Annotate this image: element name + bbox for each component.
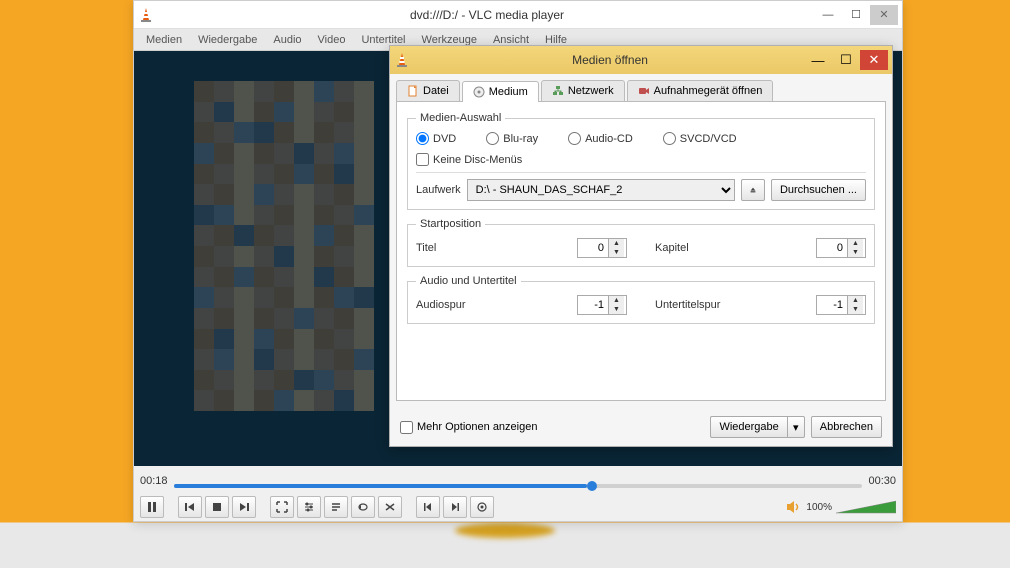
seek-bar[interactable] xyxy=(174,481,862,491)
more-options-checkbox[interactable]: Mehr Optionen anzeigen xyxy=(400,421,537,434)
tab-content: Medien-Auswahl DVD Blu-ray Audio-CD SVCD… xyxy=(396,101,886,401)
play-dropdown-button[interactable]: ▾ xyxy=(787,416,805,438)
tab-file[interactable]: Datei xyxy=(396,80,460,101)
tab-network[interactable]: Netzwerk xyxy=(541,80,625,101)
shuffle-button[interactable] xyxy=(378,496,402,518)
time-elapsed[interactable]: 00:18 xyxy=(140,475,168,487)
pause-button[interactable] xyxy=(140,496,164,518)
subtrack-spinner[interactable]: ▲▼ xyxy=(816,295,866,315)
start-position-legend: Startposition xyxy=(416,218,485,230)
dialog-footer: Mehr Optionen anzeigen Wiedergabe ▾ Abbr… xyxy=(400,416,882,438)
maximize-button[interactable]: ☐ xyxy=(842,5,870,25)
time-total[interactable]: 00:30 xyxy=(868,475,896,487)
dialog-close-button[interactable]: ✕ xyxy=(860,50,888,70)
eject-button[interactable] xyxy=(741,179,765,201)
drive-label: Laufwerk xyxy=(416,184,461,196)
subtrack-label: Untertitelspur xyxy=(655,299,735,311)
dialog-tabs: Datei Medium Netzwerk Aufnahmegerät öffn… xyxy=(396,80,886,101)
browse-button[interactable]: Durchsuchen ... xyxy=(771,179,866,201)
dvd-menu-button[interactable] xyxy=(470,496,494,518)
stop-button[interactable] xyxy=(205,496,229,518)
start-position-group: Startposition Titel ▲▼ Kapitel ▲▼ xyxy=(407,218,875,267)
chapter-spinner[interactable]: ▲▼ xyxy=(816,238,866,258)
menu-ansicht[interactable]: Ansicht xyxy=(485,34,537,46)
menu-wiedergabe[interactable]: Wiedergabe xyxy=(190,34,265,46)
loop-button[interactable] xyxy=(351,496,375,518)
close-button[interactable]: ✕ xyxy=(870,5,898,25)
speaker-icon[interactable] xyxy=(786,500,802,514)
radio-svcd[interactable]: SVCD/VCD xyxy=(663,132,737,145)
no-disc-menus-label: Keine Disc-Menüs xyxy=(433,154,522,166)
prev-button[interactable] xyxy=(178,496,202,518)
next-button[interactable] xyxy=(232,496,256,518)
vlc-cone-icon xyxy=(394,52,410,68)
audiotrack-label: Audiospur xyxy=(416,299,496,311)
radio-audiocd[interactable]: Audio-CD xyxy=(568,132,633,145)
dialog-maximize-button[interactable]: ☐ xyxy=(832,50,860,70)
extended-settings-button[interactable] xyxy=(297,496,321,518)
audiotrack-spinner[interactable]: ▲▼ xyxy=(577,295,627,315)
tab-disc[interactable]: Medium xyxy=(462,81,539,102)
drive-select[interactable]: D:\ - SHAUN_DAS_SCHAF_2 xyxy=(467,179,735,201)
video-content xyxy=(194,81,374,411)
title-spinner[interactable]: ▲▼ xyxy=(577,238,627,258)
network-icon xyxy=(552,85,564,97)
next-chapter-button[interactable] xyxy=(443,496,467,518)
radio-bluray[interactable]: Blu-ray xyxy=(486,132,538,145)
dialog-minimize-button[interactable]: — xyxy=(804,50,832,70)
menu-untertitel[interactable]: Untertitel xyxy=(353,34,413,46)
main-titlebar[interactable]: dvd:///D:/ - VLC media player — ☐ ✕ xyxy=(134,1,902,29)
volume-percent: 100% xyxy=(806,502,832,513)
playlist-button[interactable] xyxy=(324,496,348,518)
eject-icon xyxy=(750,185,756,195)
title-label: Titel xyxy=(416,242,496,254)
play-button[interactable]: Wiedergabe xyxy=(710,416,786,438)
main-window-title: dvd:///D:/ - VLC media player xyxy=(160,8,814,22)
radio-dvd[interactable]: DVD xyxy=(416,132,456,145)
volume-slider[interactable] xyxy=(836,499,896,515)
menu-audio[interactable]: Audio xyxy=(265,34,309,46)
capture-icon xyxy=(638,85,650,97)
dialog-titlebar[interactable]: Medien öffnen — ☐ ✕ xyxy=(390,46,892,74)
audio-subtitle-legend: Audio und Untertitel xyxy=(416,275,521,287)
menu-video[interactable]: Video xyxy=(310,34,354,46)
menu-hilfe[interactable]: Hilfe xyxy=(537,34,575,46)
fullscreen-button[interactable] xyxy=(270,496,294,518)
media-selection-legend: Medien-Auswahl xyxy=(416,112,505,124)
media-selection-group: Medien-Auswahl DVD Blu-ray Audio-CD SVCD… xyxy=(407,112,875,210)
controls-bar: 100% xyxy=(134,493,902,521)
audio-subtitle-group: Audio und Untertitel Audiospur ▲▼ Untert… xyxy=(407,275,875,324)
vlc-cone-icon xyxy=(138,7,154,23)
cancel-button[interactable]: Abbrechen xyxy=(811,416,882,438)
open-media-dialog: Medien öffnen — ☐ ✕ Datei Medium Netzwer… xyxy=(389,45,893,447)
no-disc-menus-checkbox[interactable] xyxy=(416,153,429,166)
file-icon xyxy=(407,85,419,97)
prev-chapter-button[interactable] xyxy=(416,496,440,518)
disc-icon xyxy=(473,86,485,98)
minimize-button[interactable]: — xyxy=(814,5,842,25)
menu-medien[interactable]: Medien xyxy=(138,34,190,46)
dialog-title: Medien öffnen xyxy=(416,53,804,67)
tab-capture[interactable]: Aufnahmegerät öffnen xyxy=(627,80,774,101)
menu-werkzeuge[interactable]: Werkzeuge xyxy=(414,34,485,46)
chapter-label: Kapitel xyxy=(655,242,735,254)
